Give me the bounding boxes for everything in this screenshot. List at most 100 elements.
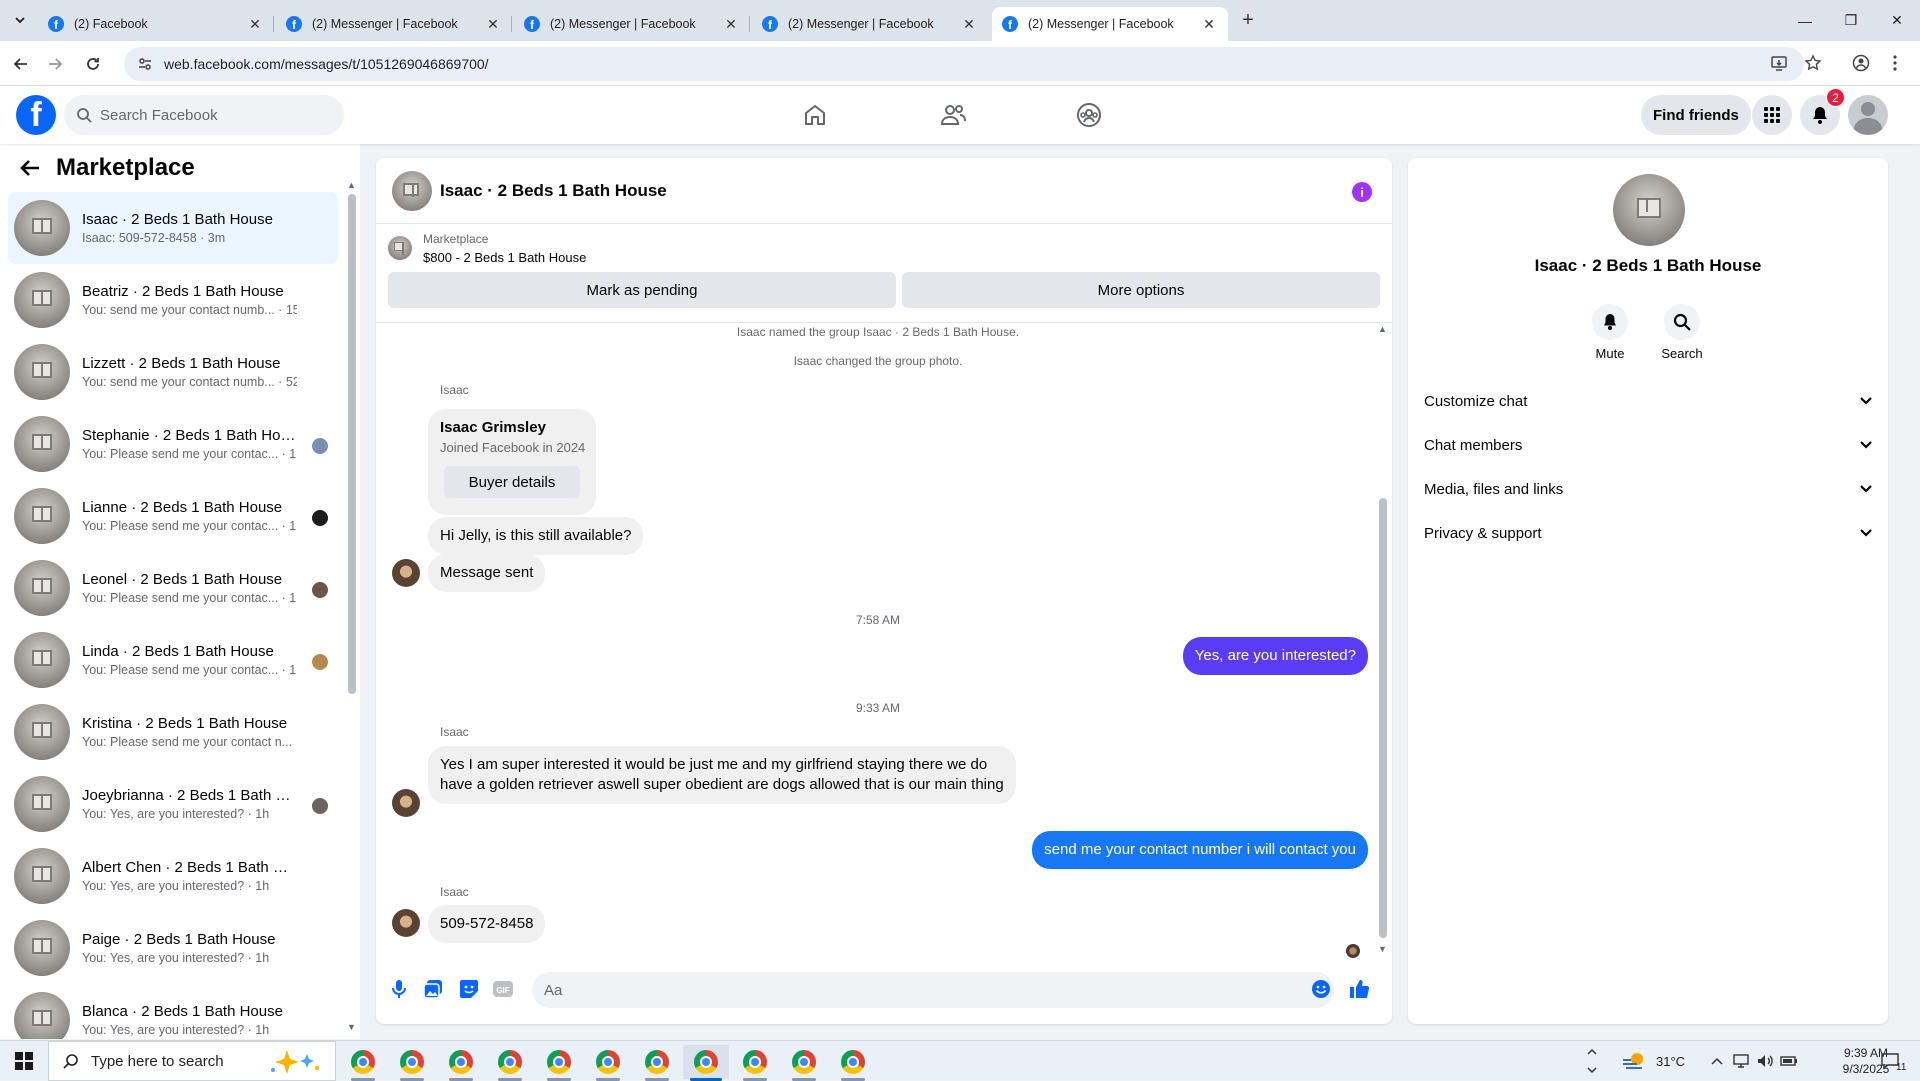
- info-icon[interactable]: i: [1352, 182, 1372, 202]
- conversation-item[interactable]: Lizzett · 2 Beds 1 Bath House You: send m…: [8, 336, 338, 408]
- browser-tab[interactable]: f (2) Messenger | Facebook ✕: [514, 7, 750, 41]
- windows-start-icon[interactable]: [0, 1041, 48, 1081]
- reload-icon[interactable]: [80, 51, 106, 77]
- chat-members-section[interactable]: Chat members: [1424, 423, 1872, 467]
- conversation-thumbnail: [14, 992, 70, 1039]
- facebook-search-input[interactable]: Search Facebook: [64, 95, 344, 135]
- taskbar-chrome-icon[interactable]: [830, 1045, 876, 1081]
- back-arrow-icon[interactable]: [8, 51, 34, 77]
- mark-as-pending-button[interactable]: Mark as pending: [388, 272, 896, 308]
- more-options-button[interactable]: More options: [902, 272, 1380, 308]
- listing-thumbnail[interactable]: [388, 236, 412, 260]
- tab-close-icon[interactable]: ✕: [960, 15, 978, 33]
- sender-avatar[interactable]: [392, 789, 420, 817]
- window-close-icon[interactable]: ✕: [1874, 0, 1920, 41]
- menu-grid-icon[interactable]: [1752, 95, 1792, 135]
- scroll-up-arrow-icon[interactable]: ▲: [347, 180, 356, 190]
- conversation-preview: You: Yes, are you interested? · 1h: [82, 1023, 270, 1037]
- conversation-item[interactable]: Isaac · 2 Beds 1 Bath House Isaac: 509-57…: [8, 192, 338, 264]
- taskbar-chrome-icon[interactable]: [487, 1045, 533, 1081]
- taskbar-chrome-icon[interactable]: [585, 1045, 631, 1081]
- tab-search-chevron-icon[interactable]: [6, 8, 34, 32]
- browser-tab[interactable]: f (2) Messenger | Facebook ✕: [276, 7, 512, 41]
- facebook-logo-icon[interactable]: f: [16, 95, 56, 135]
- conversation-item[interactable]: Leonel · 2 Beds 1 Bath House You: Please …: [8, 552, 338, 624]
- battery-icon[interactable]: [1780, 1041, 1798, 1081]
- conversation-item[interactable]: Joeybrianna · 2 Beds 1 Bath H... You: Yes…: [8, 768, 338, 840]
- tab-close-icon[interactable]: ✕: [1200, 15, 1218, 33]
- conversation-item[interactable]: Beatriz · 2 Beds 1 Bath House You: send m…: [8, 264, 338, 336]
- mute-button[interactable]: Mute: [1580, 304, 1640, 361]
- conversation-thumbnail: [14, 776, 70, 832]
- chat-scrollbar[interactable]: [1379, 498, 1387, 938]
- friends-icon[interactable]: [938, 100, 968, 130]
- new-tab-plus-icon[interactable]: +: [1234, 8, 1262, 32]
- groups-icon[interactable]: [1074, 100, 1104, 130]
- conversation-scrollbar[interactable]: [348, 194, 356, 694]
- conversation-item[interactable]: Blanca · 2 Beds 1 Bath House You: Yes, ar…: [8, 984, 338, 1039]
- microphone-icon[interactable]: [388, 978, 410, 1000]
- conversation-item[interactable]: Albert Chen · 2 Beds 1 Bath House You: Ye…: [8, 840, 338, 912]
- scroll-up-arrow-icon[interactable]: ▲: [1378, 324, 1387, 334]
- restore-icon[interactable]: ❐: [1828, 0, 1874, 41]
- conversation-item[interactable]: Kristina · 2 Beds 1 Bath House You: Pleas…: [8, 696, 338, 768]
- profile-icon[interactable]: [1852, 54, 1870, 72]
- conversation-item[interactable]: Paige · 2 Beds 1 Bath House You: Yes, are…: [8, 912, 338, 984]
- tab-close-icon[interactable]: ✕: [246, 15, 264, 33]
- taskbar-chrome-icon[interactable]: [683, 1045, 729, 1081]
- taskbar-chrome-icon[interactable]: [781, 1045, 827, 1081]
- conversation-item[interactable]: Stephanie · 2 Beds 1 Bath House You: Plea…: [8, 408, 338, 480]
- tray-chevron-up-icon[interactable]: [1710, 1041, 1724, 1081]
- browser-menu-icon[interactable]: [1892, 54, 1898, 72]
- conversation-item[interactable]: Linda · 2 Beds 1 Bath House You: Please s…: [8, 624, 338, 696]
- scroll-down-arrow-icon[interactable]: ▼: [347, 1022, 356, 1032]
- buyer-details-button[interactable]: Buyer details: [444, 466, 580, 498]
- sender-avatar[interactable]: [392, 559, 420, 587]
- forward-arrow-icon[interactable]: [42, 51, 68, 77]
- taskbar-chrome-icon[interactable]: [732, 1045, 778, 1081]
- browser-tab-active[interactable]: f (2) Messenger | Facebook ✕: [992, 7, 1228, 41]
- home-icon[interactable]: [800, 100, 830, 130]
- tray-overflow-arrows-icon[interactable]: [1586, 1041, 1598, 1081]
- taskbar-chrome-icon[interactable]: [634, 1045, 680, 1081]
- gif-icon[interactable]: GIF: [492, 978, 514, 1000]
- scroll-down-arrow-icon[interactable]: ▼: [1378, 944, 1387, 954]
- message-input[interactable]: Aa: [532, 972, 1334, 1008]
- site-info-icon[interactable]: [138, 57, 152, 71]
- chat-profile-photo[interactable]: [1613, 174, 1685, 246]
- volume-icon[interactable]: [1756, 1041, 1774, 1081]
- account-avatar[interactable]: [1848, 95, 1888, 135]
- taskbar-search-box[interactable]: Type here to search: [48, 1041, 336, 1081]
- browser-tab[interactable]: f (2) Facebook ✕: [38, 7, 274, 41]
- weather-widget[interactable]: 31°C: [1622, 1041, 1685, 1081]
- media-files-links-section[interactable]: Media, files and links: [1424, 467, 1872, 511]
- back-arrow-icon[interactable]: [16, 154, 44, 182]
- url-field[interactable]: web.facebook.com/messages/t/105126904686…: [124, 47, 1804, 81]
- chat-title[interactable]: Isaac · 2 Beds 1 Bath House: [440, 181, 667, 201]
- chat-thumbnail[interactable]: [392, 170, 432, 211]
- thumbs-up-icon[interactable]: [1348, 978, 1370, 1000]
- emoji-icon[interactable]: [1310, 978, 1332, 1000]
- tab-close-icon[interactable]: ✕: [484, 15, 502, 33]
- notification-center-icon[interactable]: 11: [1880, 1041, 1906, 1081]
- search-conversation-button[interactable]: Search: [1652, 304, 1712, 361]
- sender-avatar[interactable]: [392, 909, 420, 937]
- photo-icon[interactable]: [422, 978, 444, 1000]
- privacy-support-section[interactable]: Privacy & support: [1424, 511, 1872, 555]
- find-friends-button[interactable]: Find friends: [1641, 95, 1751, 135]
- bookmark-star-icon[interactable]: [1804, 54, 1822, 72]
- sticker-icon[interactable]: [458, 978, 480, 1000]
- customize-chat-section[interactable]: Customize chat: [1424, 379, 1872, 423]
- taskbar-chrome-icon[interactable]: [389, 1045, 435, 1081]
- minimize-icon[interactable]: —: [1782, 0, 1828, 41]
- taskbar-chrome-icon[interactable]: [438, 1045, 484, 1081]
- listing-title[interactable]: $800 - 2 Beds 1 Bath House: [423, 250, 586, 265]
- incoming-message: Yes I am super interested it would be ju…: [428, 746, 1016, 804]
- network-icon[interactable]: [1732, 1041, 1750, 1081]
- browser-tab[interactable]: f (2) Messenger | Facebook ✕: [752, 7, 988, 41]
- taskbar-chrome-icon[interactable]: [340, 1045, 386, 1081]
- taskbar-chrome-icon[interactable]: [536, 1045, 582, 1081]
- install-app-icon[interactable]: [1770, 54, 1788, 72]
- conversation-item[interactable]: Lianne · 2 Beds 1 Bath House You: Please …: [8, 480, 338, 552]
- tab-close-icon[interactable]: ✕: [722, 15, 740, 33]
